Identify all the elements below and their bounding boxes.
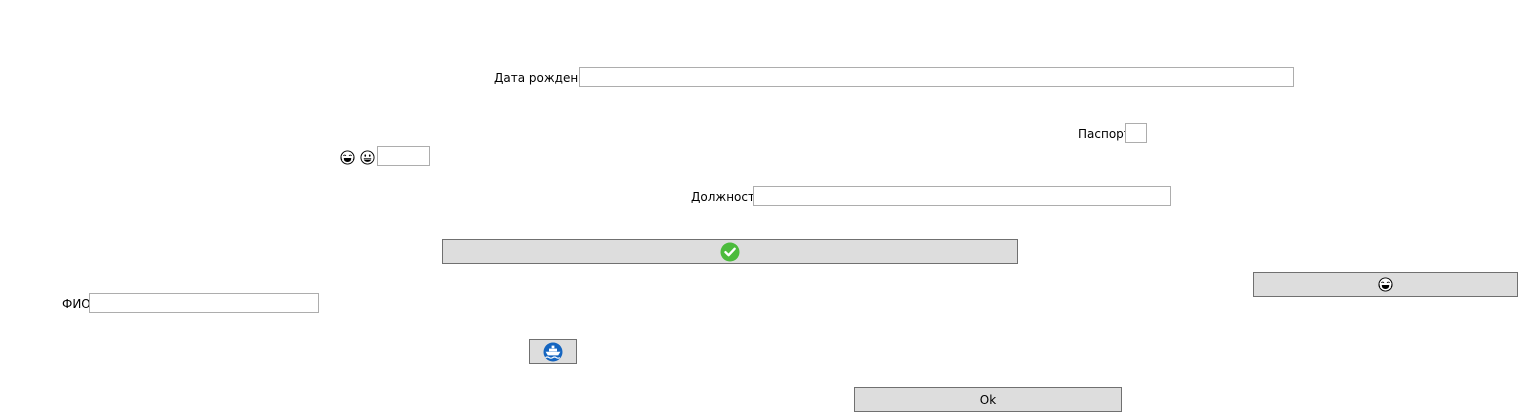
ship-button[interactable]: [529, 339, 577, 364]
full-name-label: ФИО: [62, 297, 91, 311]
passport-input[interactable]: [1125, 123, 1147, 143]
face-with-tears-of-joy-icon: [1378, 277, 1393, 292]
full-name-input[interactable]: [89, 293, 319, 313]
green-checkmark-icon: [720, 242, 740, 261]
laugh-emoji-button[interactable]: [1253, 272, 1518, 297]
grinning-face-icon: [360, 149, 375, 165]
ok-button[interactable]: Ok: [854, 387, 1122, 412]
emoji-label: [340, 149, 376, 165]
confirm-button[interactable]: [442, 239, 1018, 264]
emoji-field-input[interactable]: [377, 146, 430, 166]
position-input[interactable]: [753, 186, 1171, 206]
passport-label: Паспорт: [1078, 127, 1131, 141]
birth-date-input[interactable]: [579, 67, 1294, 87]
ship-icon: [543, 342, 563, 361]
face-with-tears-of-joy-icon: [340, 149, 355, 165]
position-label: Должность: [691, 190, 763, 204]
